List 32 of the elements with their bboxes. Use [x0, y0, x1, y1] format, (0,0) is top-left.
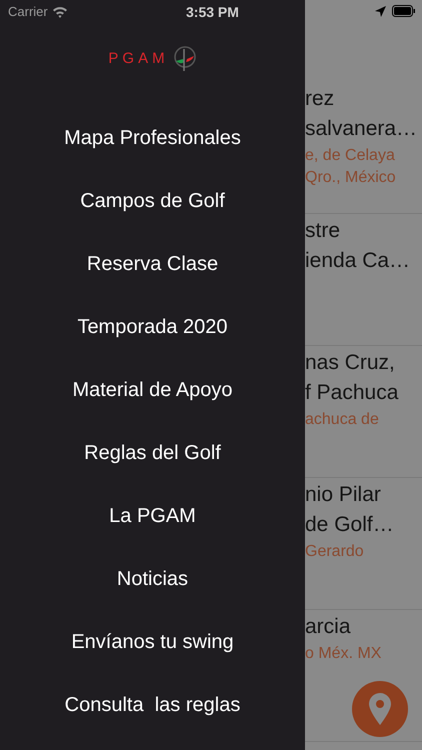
course-address: e, de Celaya [305, 146, 396, 166]
logo-text: PGAM [108, 48, 169, 69]
menu-item[interactable]: Consulta las reglas [0, 673, 305, 736]
menu-item[interactable]: La PGAM [0, 484, 305, 547]
course-title: nio Pilar [305, 482, 382, 508]
course-title: arcia [305, 614, 352, 640]
carrier-label: Carrier [8, 3, 48, 22]
course-title: f Pachuca [305, 380, 400, 406]
battery-icon [392, 5, 416, 17]
course-title: nas Cruz, [305, 350, 396, 376]
menu-item[interactable]: Campos de Golf [0, 169, 305, 232]
menu-item[interactable]: Envíanos tu swing [0, 610, 305, 673]
menu-item[interactable]: Reglas del Golf [0, 421, 305, 484]
course-address: o Méx. MX [305, 644, 382, 664]
menu-item[interactable]: Temporada 2020 [0, 295, 305, 358]
map-pin-icon [369, 693, 391, 725]
course-title: rez [305, 86, 336, 112]
menu-item[interactable]: Noticias [0, 547, 305, 610]
course-title: ienda Ca… [305, 248, 412, 274]
status-time: 3:53 PM [186, 2, 239, 22]
menu-item[interactable]: Reserva Clase [0, 232, 305, 295]
golfer-logo-icon [172, 45, 197, 73]
course-address: Qro., México [305, 168, 397, 188]
wifi-icon [52, 6, 68, 18]
menu-item[interactable]: Material de Apoyo [0, 358, 305, 421]
course-title: stre [305, 218, 342, 244]
course-title: salvanera… [305, 116, 418, 142]
course-title: de Golf… [305, 512, 395, 538]
course-address: Gerardo [305, 542, 365, 562]
course-address: achuca de [305, 410, 380, 430]
menu-item[interactable]: Mapa Profesionales [0, 106, 305, 169]
location-arrow-icon [375, 6, 386, 17]
